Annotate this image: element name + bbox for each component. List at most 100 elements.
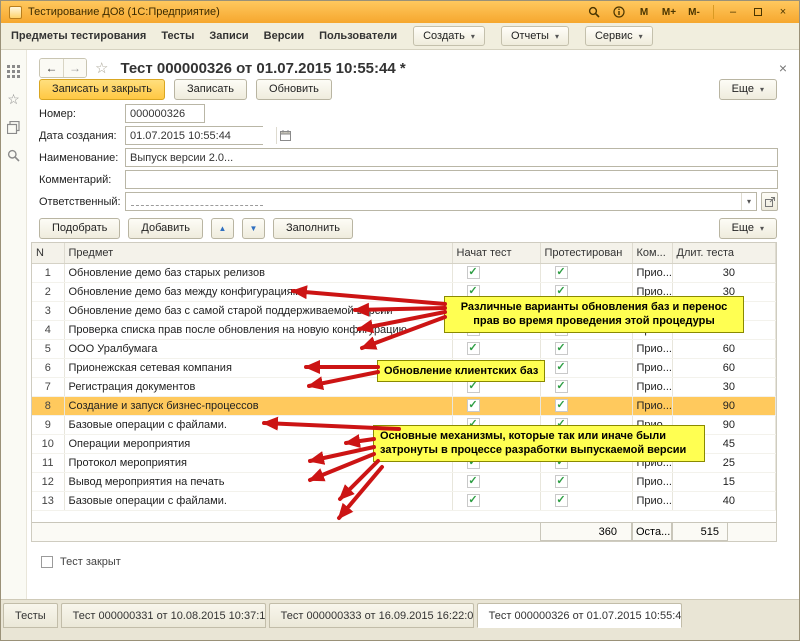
move-up-icon[interactable]: ▲ [211, 218, 234, 239]
number-field[interactable] [125, 104, 205, 123]
window-tab[interactable]: Тесты [3, 603, 58, 628]
tested-cell[interactable]: ✓ [540, 491, 632, 510]
history-windows-icon[interactable] [5, 118, 23, 136]
titlebar: Тестирование ДО8 (1С:Предприятие) M M+ M… [1, 1, 799, 23]
tested-cell[interactable]: ✓ [540, 377, 632, 396]
started-cell[interactable]: ✓ [452, 472, 540, 491]
reports-menu-button[interactable]: Отчеты ▾ [501, 26, 569, 46]
forward-button[interactable]: → [63, 59, 86, 77]
pick-button[interactable]: Подобрать [39, 218, 120, 239]
check-icon: ✓ [467, 342, 480, 355]
main-menu-grid-icon[interactable] [5, 62, 23, 80]
window-tab[interactable]: Тест 000000326 от 01.07.2015 10:55:44 * [477, 603, 682, 628]
col-subject[interactable]: Предмет [64, 243, 452, 263]
tested-cell[interactable]: ✓ [540, 263, 632, 282]
responsible-label: Ответственный: [39, 196, 125, 208]
window-tab[interactable]: Тест 000000331 от 10.08.2015 10:37:15 * [61, 603, 266, 628]
comment-field[interactable] [125, 170, 778, 189]
info-icon[interactable] [611, 4, 627, 20]
subject-cell: Обновление демо баз с самой старой подде… [64, 301, 452, 320]
back-button[interactable]: ← [40, 59, 63, 77]
col-comment[interactable]: Ком... [632, 243, 672, 263]
col-n[interactable]: N [32, 243, 64, 263]
command-bar: Записать и закрыть Записать Обновить Еще… [27, 74, 799, 96]
move-down-icon[interactable]: ▼ [242, 218, 265, 239]
row-number-cell: 12 [32, 472, 64, 491]
callout-update-bases: Различные варианты обновления баз и пере… [444, 296, 744, 333]
number-label: Номер: [39, 108, 125, 120]
table-more-button[interactable]: Еще ▾ [719, 218, 777, 239]
started-cell[interactable]: ✓ [452, 396, 540, 415]
started-cell[interactable]: ✓ [452, 339, 540, 358]
duration-cell: 60 [672, 358, 776, 377]
table-row[interactable]: 13 Базовые операции с файлами. ✓ ✓ Прио.… [32, 491, 776, 510]
menu-section-item[interactable]: Предметы тестирования [11, 30, 146, 42]
more-button[interactable]: Еще ▾ [719, 79, 777, 100]
check-icon: ✓ [467, 475, 480, 488]
comment-cell: Прио... [632, 263, 672, 282]
subject-cell: Базовые операции с файлами. [64, 491, 452, 510]
creation-date-wrap [125, 126, 263, 145]
menubar: Предметы тестирования Тесты Записи Верси… [1, 23, 799, 50]
close-form-icon[interactable]: × [779, 60, 789, 76]
add-button[interactable]: Добавить [128, 218, 203, 239]
fill-button[interactable]: Заполнить [273, 218, 353, 239]
col-tested[interactable]: Протестирован [540, 243, 632, 263]
save-and-close-button[interactable]: Записать и закрыть [39, 79, 165, 100]
started-cell[interactable]: ✓ [452, 263, 540, 282]
menu-section-item[interactable]: Тесты [161, 30, 194, 42]
row-number-cell: 4 [32, 320, 64, 339]
creation-date-field[interactable] [126, 127, 276, 144]
menu-section-item[interactable]: Пользователи [319, 30, 397, 42]
row-number-cell: 5 [32, 339, 64, 358]
favorites-star-icon[interactable]: ☆ [5, 90, 23, 108]
menu-section-item[interactable]: Записи [209, 30, 248, 42]
search-icon[interactable] [586, 4, 602, 20]
row-number-cell: 9 [32, 415, 64, 434]
test-closed-checkbox[interactable] [41, 556, 53, 568]
table-row[interactable]: 5 ООО Уралбумага ✓ ✓ Прио... 60 [32, 339, 776, 358]
subject-cell: Проверка списка прав после обновления на… [64, 320, 452, 339]
menu-section-item[interactable]: Версии [264, 30, 304, 42]
chevron-down-icon: ▾ [760, 224, 764, 233]
callout-core-mechanisms: Основные механизмы, которые так или инач… [373, 425, 705, 462]
comment-cell: Прио... [632, 358, 672, 377]
tested-cell[interactable]: ✓ [540, 472, 632, 491]
tested-cell[interactable]: ✓ [540, 396, 632, 415]
memory-m-minus-button[interactable]: M- [686, 4, 702, 20]
form-fields: Номер: Дата создания: Наименование: [27, 96, 799, 211]
choose-from-list-icon[interactable]: ▾ [741, 193, 756, 210]
window-tab[interactable]: Тест 000000333 от 16.09.2015 16:22:02 * [269, 603, 474, 628]
table-totals-row: 360 Оста... 515 [32, 522, 776, 541]
favorite-star-icon[interactable]: ☆ [95, 59, 108, 77]
maximize-button[interactable] [750, 4, 766, 20]
service-menu-button[interactable]: Сервис ▾ [585, 26, 653, 46]
col-started[interactable]: Начат тест [452, 243, 540, 263]
name-field[interactable] [125, 148, 778, 167]
responsible-field[interactable] [126, 193, 741, 210]
memory-m-button[interactable]: M [636, 4, 652, 20]
table-row[interactable]: 1 Обновление демо баз старых релизов ✓ ✓… [32, 263, 776, 282]
chevron-down-icon: ▾ [471, 32, 475, 41]
chevron-down-icon: ▾ [639, 32, 643, 41]
create-menu-button[interactable]: Создать ▾ [413, 26, 485, 46]
tested-cell[interactable]: ✓ [540, 339, 632, 358]
memory-m-plus-button[interactable]: M+ [661, 4, 677, 20]
calendar-icon[interactable] [276, 127, 293, 144]
minimize-button[interactable]: – [725, 4, 741, 20]
check-icon: ✓ [467, 399, 480, 412]
col-duration[interactable]: Длит. теста [672, 243, 776, 263]
duration-cell: 60 [672, 339, 776, 358]
responsible-field-wrap: ▾ [125, 192, 757, 211]
search-panel-icon[interactable] [5, 146, 23, 164]
save-button[interactable]: Записать [174, 79, 247, 100]
page-title: Тест 000000326 от 01.07.2015 10:55:44 * [120, 60, 405, 77]
close-window-button[interactable]: × [775, 4, 791, 20]
form-header: ← → ☆ Тест 000000326 от 01.07.2015 10:55… [27, 50, 799, 74]
tested-cell[interactable]: ✓ [540, 358, 632, 377]
table-row[interactable]: 8 Создание и запуск бизнес-процессов ✓ ✓… [32, 396, 776, 415]
table-row[interactable]: 12 Вывод мероприятия на печать ✓ ✓ Прио.… [32, 472, 776, 491]
refresh-button[interactable]: Обновить [256, 79, 332, 100]
open-button[interactable] [761, 192, 778, 211]
started-cell[interactable]: ✓ [452, 491, 540, 510]
